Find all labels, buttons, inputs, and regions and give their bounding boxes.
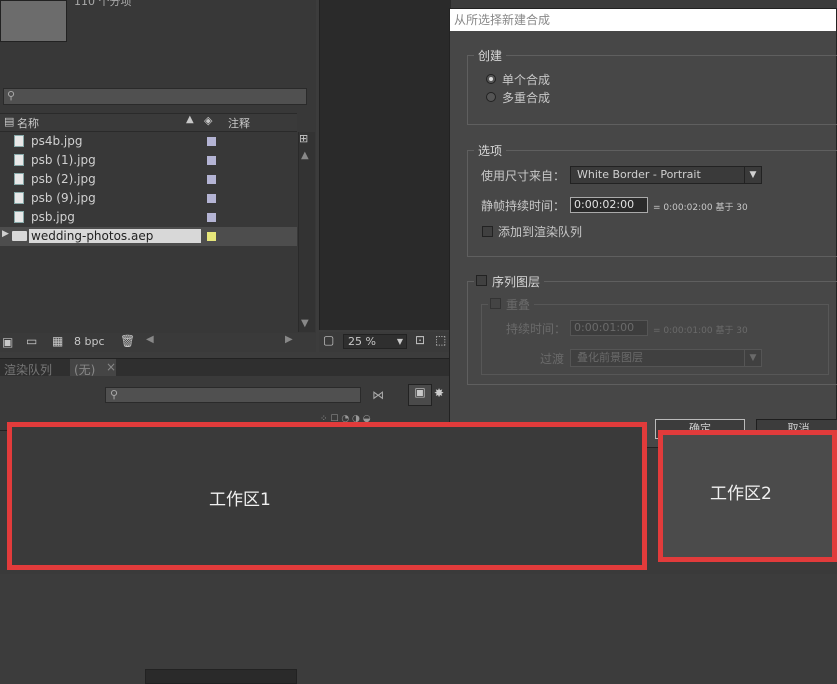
scroll-right-icon[interactable]: ▶ bbox=[285, 334, 293, 345]
label-color-swatch[interactable] bbox=[207, 175, 216, 184]
viewer-footer: ▢ 25 % ▼ ⊡ ⬚ bbox=[319, 332, 450, 352]
work-area-1-label: 工作区1 bbox=[209, 490, 271, 510]
transition-value: 叠化前景图层 bbox=[577, 351, 643, 364]
transition-label: 过渡 bbox=[540, 352, 565, 366]
preview-thumbnail bbox=[0, 0, 67, 42]
composition-viewer bbox=[319, 0, 451, 330]
comment-column-header[interactable]: 注释 bbox=[228, 115, 250, 131]
dialog-title: 从所选择新建合成 bbox=[450, 9, 836, 31]
single-comp-label: 单个合成 bbox=[502, 73, 551, 87]
tag-icon[interactable]: ◈ bbox=[204, 114, 212, 127]
scroll-up-icon[interactable]: ▲ bbox=[301, 150, 309, 161]
sequence-layers-checkbox[interactable] bbox=[476, 275, 487, 286]
region-of-interest-icon[interactable]: ⊡ bbox=[415, 333, 425, 347]
image-file-icon bbox=[14, 154, 24, 166]
file-row[interactable]: psb (9).jpg bbox=[0, 189, 297, 208]
chevron-down-icon: ▼ bbox=[396, 337, 403, 346]
file-name: psb (2).jpg bbox=[31, 172, 96, 186]
timeline-search-input[interactable]: ⚲ bbox=[105, 387, 361, 403]
work-area-2: 工作区2 bbox=[658, 430, 837, 562]
item-count: 110 个分项 bbox=[74, 0, 132, 8]
new-folder-icon[interactable]: ▭ bbox=[26, 334, 37, 348]
still-duration-label: 静帧持续时间： bbox=[481, 199, 566, 213]
file-name: psb (1).jpg bbox=[31, 153, 96, 167]
single-comp-radio[interactable] bbox=[486, 74, 496, 84]
label-color-swatch[interactable] bbox=[207, 156, 216, 165]
close-icon[interactable]: × bbox=[106, 360, 116, 374]
bit-depth-button[interactable]: 8 bpc bbox=[74, 335, 105, 348]
file-name: wedding-photos.aep bbox=[29, 229, 201, 243]
add-render-queue-label: 添加到渲染队列 bbox=[498, 225, 583, 239]
name-column-header[interactable]: 名称 bbox=[17, 115, 39, 131]
options-legend: 选项 bbox=[478, 144, 503, 158]
vertical-scrollbar[interactable]: ▲ ▼ bbox=[298, 132, 315, 332]
folder-icon bbox=[12, 231, 27, 241]
overlap-duration-input[interactable]: 0:00:01:00 bbox=[570, 320, 648, 336]
timeline-tabs: 渲染队列 (无) × bbox=[0, 358, 450, 377]
still-duration-input[interactable]: 0:00:02:00 bbox=[570, 197, 648, 213]
project-search-input[interactable]: ⚲ bbox=[3, 88, 307, 105]
safe-zones-icon[interactable]: ⬚ bbox=[435, 333, 446, 347]
size-from-value: White Border - Portrait bbox=[577, 168, 701, 181]
create-legend: 创建 bbox=[478, 49, 503, 63]
add-render-queue-checkbox[interactable] bbox=[482, 226, 493, 237]
file-name: psb.jpg bbox=[31, 210, 75, 224]
zoom-value: 25 % bbox=[348, 335, 376, 348]
label-column-icon: ▤ bbox=[4, 115, 15, 128]
image-file-icon bbox=[14, 173, 24, 185]
label-color-swatch[interactable] bbox=[207, 213, 216, 222]
trash-icon[interactable]: 🗑 bbox=[120, 334, 135, 348]
overlap-checkbox[interactable] bbox=[490, 298, 501, 309]
chevron-down-icon: ▼ bbox=[744, 167, 761, 183]
work-area-2-label: 工作区2 bbox=[710, 484, 772, 504]
scroll-left-icon[interactable]: ◀ bbox=[146, 334, 154, 345]
new-composition-icon[interactable]: ▦ bbox=[52, 334, 63, 348]
interpret-footage-icon[interactable]: ▣ bbox=[2, 335, 13, 349]
image-file-icon bbox=[14, 135, 24, 147]
label-color-swatch[interactable] bbox=[207, 194, 216, 203]
file-name: ps4b.jpg bbox=[31, 134, 83, 148]
zoom-select[interactable]: 25 % ▼ bbox=[343, 334, 407, 349]
label-color-swatch[interactable] bbox=[207, 137, 216, 146]
chevron-down-icon: ▼ bbox=[744, 350, 761, 366]
work-area-1: 工作区1 bbox=[7, 422, 647, 570]
overlap-duration-label: 持续时间： bbox=[506, 322, 567, 336]
scroll-down-icon[interactable]: ▼ bbox=[301, 318, 309, 329]
file-name: psb (9).jpg bbox=[31, 191, 96, 205]
magnification-icon[interactable]: ▢ bbox=[323, 333, 334, 347]
file-row[interactable]: psb (1).jpg bbox=[0, 151, 297, 170]
flowchart-icon[interactable]: ⊞ bbox=[299, 132, 308, 145]
image-file-icon bbox=[14, 192, 24, 204]
column-header: ▤ 名称 ▲ ◈ 注释 bbox=[0, 113, 297, 132]
image-file-icon bbox=[14, 211, 24, 223]
tab-none[interactable]: (无) × bbox=[70, 359, 116, 377]
file-row[interactable]: ▶ wedding-photos.aep bbox=[0, 227, 297, 246]
horizontal-scrollbar[interactable] bbox=[145, 669, 297, 684]
search-icon: ⚲ bbox=[110, 388, 119, 401]
file-row[interactable]: psb.jpg bbox=[0, 208, 297, 227]
search-icon: ⚲ bbox=[7, 89, 16, 102]
project-footer: ▣ ▭ ▦ 8 bpc 🗑 ◀ ▶ bbox=[0, 333, 316, 684]
draft-3d-icon[interactable]: ▣ bbox=[408, 384, 432, 406]
expand-arrow-icon[interactable]: ▶ bbox=[2, 229, 9, 239]
project-panel: 110 个分项 ⚲ ▤ 名称 ▲ ◈ 注释 ps4b.jpg psb (1).jp… bbox=[0, 0, 316, 684]
multiple-comp-radio[interactable] bbox=[486, 92, 496, 102]
still-duration-info: = 0:00:02:00 基于 30 bbox=[653, 203, 748, 213]
transition-select[interactable]: 叠化前景图层 ▼ bbox=[570, 349, 762, 367]
size-from-select[interactable]: White Border - Portrait ▼ bbox=[570, 166, 762, 184]
file-row[interactable]: ps4b.jpg bbox=[0, 132, 297, 151]
label-color-swatch[interactable] bbox=[207, 232, 216, 241]
new-comp-from-selection-dialog: 从所选择新建合成 创建 单个合成 多重合成 选项 使用尺寸来自： White B… bbox=[449, 8, 837, 448]
motion-blur-icon[interactable]: ✸ bbox=[434, 386, 444, 400]
size-from-label: 使用尺寸来自： bbox=[481, 169, 566, 183]
overlap-duration-info: = 0:00:01:00 基于 30 bbox=[653, 326, 748, 336]
file-row[interactable]: psb (2).jpg bbox=[0, 170, 297, 189]
sort-up-icon[interactable]: ▲ bbox=[186, 114, 194, 125]
multiple-comp-label: 多重合成 bbox=[502, 91, 551, 105]
comp-mini-flowchart-icon[interactable]: ⋈ bbox=[372, 388, 384, 402]
